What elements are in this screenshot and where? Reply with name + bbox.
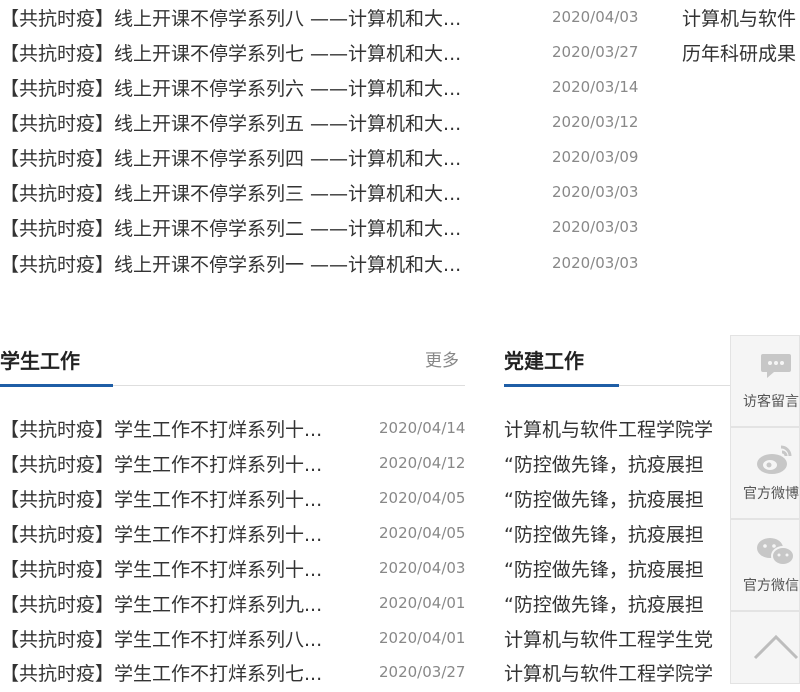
party-news-link[interactable]: “防控做先锋，抗疫展担: [504, 483, 704, 518]
news-date: 2020/03/27: [379, 663, 466, 681]
news-title[interactable]: 【共抗时疫】学生工作不打烊系列七...: [0, 657, 322, 692]
news-title[interactable]: 【共抗时疫】学生工作不打烊系列十...: [0, 483, 322, 518]
section-heading-party-work: 党建工作: [504, 349, 584, 373]
party-news-link[interactable]: 计算机与软件工程学院学: [504, 413, 713, 448]
section-accent-bar: [0, 384, 113, 387]
party-news-link[interactable]: “防控做先锋，抗疫展担: [504, 448, 704, 483]
news-title[interactable]: 【共抗时疫】线上开课不停学系列五 ——计算机和大...: [0, 107, 461, 142]
official-wechat-button[interactable]: 官方微信: [730, 519, 800, 611]
news-date: 2020/03/03: [552, 254, 639, 272]
news-date: 2020/04/14: [379, 419, 466, 437]
official-weibo-button[interactable]: 官方微博: [730, 427, 800, 519]
news-date: 2020/03/03: [552, 218, 639, 236]
news-title[interactable]: 【共抗时疫】线上开课不停学系列三 ——计算机和大...: [0, 177, 461, 212]
chevron-up-icon: [753, 634, 799, 660]
chat-bubble-icon: [761, 354, 791, 378]
section-heading-student-work: 学生工作: [0, 349, 80, 373]
news-title[interactable]: 【共抗时疫】线上开课不停学系列七 ——计算机和大...: [0, 37, 461, 72]
news-title[interactable]: 【共抗时疫】线上开课不停学系列一 ——计算机和大...: [0, 248, 461, 283]
weibo-icon: [757, 445, 792, 474]
news-date: 2020/04/12: [379, 454, 466, 472]
news-title[interactable]: 【共抗时疫】线上开课不停学系列六 ——计算机和大...: [0, 72, 461, 107]
back-to-top-button[interactable]: [730, 611, 800, 684]
more-link[interactable]: 更多: [425, 345, 459, 377]
party-news-link[interactable]: “防控做先锋，抗疫展担: [504, 588, 704, 623]
party-news-link[interactable]: 计算机与软件工程学院学: [504, 657, 713, 692]
news-title[interactable]: 【共抗时疫】学生工作不打烊系列十...: [0, 553, 322, 588]
party-news-link[interactable]: “防控做先锋，抗疫展担: [504, 518, 704, 553]
news-date: 2020/03/27: [552, 43, 639, 61]
news-date: 2020/03/03: [552, 183, 639, 201]
visitor-message-button[interactable]: 访客留言: [730, 335, 800, 427]
news-date: 2020/04/03: [379, 559, 466, 577]
news-title[interactable]: 【共抗时疫】学生工作不打烊系列八...: [0, 623, 322, 658]
news-title[interactable]: 【共抗时疫】学生工作不打烊系列十...: [0, 413, 322, 448]
news-title[interactable]: 【共抗时疫】线上开课不停学系列八 ——计算机和大...: [0, 2, 461, 37]
right-news-link[interactable]: 计算机与软件: [682, 2, 796, 37]
official-weibo-label: 官方微博: [743, 486, 799, 502]
wechat-icon: [757, 538, 795, 566]
news-title[interactable]: 【共抗时疫】学生工作不打烊系列十...: [0, 448, 322, 483]
news-date: 2020/04/05: [379, 524, 466, 542]
news-title[interactable]: 【共抗时疫】学生工作不打烊系列九...: [0, 588, 322, 623]
news-title[interactable]: 【共抗时疫】线上开课不停学系列二 ——计算机和大...: [0, 212, 461, 247]
news-title[interactable]: 【共抗时疫】学生工作不打烊系列十...: [0, 518, 322, 553]
news-date: 2020/03/09: [552, 148, 639, 166]
news-date: 2020/04/05: [379, 489, 466, 507]
visitor-message-label: 访客留言: [743, 394, 799, 410]
right-news-link[interactable]: 历年科研成果: [682, 37, 796, 72]
party-news-link[interactable]: “防控做先锋，抗疫展担: [504, 553, 704, 588]
news-date: 2020/03/12: [552, 113, 639, 131]
news-date: 2020/04/01: [379, 594, 466, 612]
news-date: 2020/04/01: [379, 629, 466, 647]
party-news-link[interactable]: 计算机与软件工程学生党: [504, 623, 713, 658]
news-date: 2020/03/14: [552, 78, 639, 96]
news-title[interactable]: 【共抗时疫】线上开课不停学系列四 ——计算机和大...: [0, 142, 461, 177]
section-accent-bar: [504, 384, 619, 387]
news-date: 2020/04/03: [552, 8, 639, 26]
official-wechat-label: 官方微信: [743, 578, 799, 594]
